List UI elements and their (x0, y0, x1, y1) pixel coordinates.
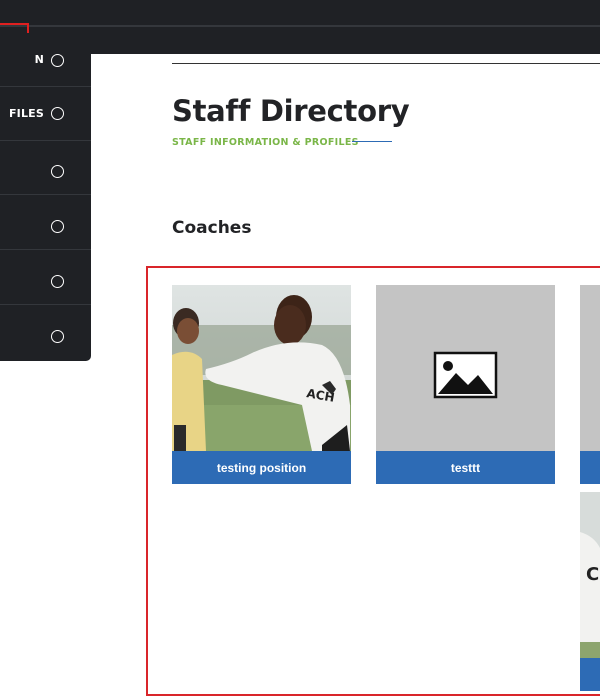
sidebar-menu: N FILES (0, 33, 91, 361)
image-placeholder-icon (433, 351, 498, 399)
page-title: Staff Directory (172, 94, 410, 128)
staff-photo-placeholder (376, 285, 555, 451)
staff-photo: ACH (172, 285, 351, 451)
radio-circle-icon[interactable] (51, 165, 64, 178)
radio-circle-icon[interactable] (51, 107, 64, 120)
sidebar-item-1[interactable]: N (0, 33, 91, 87)
sidebar-item-3[interactable] (0, 141, 91, 195)
sidebar-item-5[interactable] (0, 251, 91, 305)
staff-photo-placeholder (580, 285, 600, 451)
staff-photo-image: C (580, 492, 600, 658)
staff-card-name: testtt (376, 451, 555, 484)
header-divider (172, 63, 600, 64)
staff-photo: C (580, 492, 600, 658)
staff-card[interactable]: ACH testing position (172, 285, 351, 484)
radio-circle-icon[interactable] (51, 54, 64, 67)
subtitle-underline (352, 141, 392, 142)
radio-circle-icon[interactable] (51, 220, 64, 233)
staff-card-name (580, 451, 600, 484)
svg-text:C: C (586, 564, 599, 585)
staff-card[interactable] (580, 285, 600, 484)
staff-card-name (580, 658, 600, 691)
sidebar-item-6[interactable] (0, 305, 91, 359)
radio-circle-icon[interactable] (51, 275, 64, 288)
staff-photo-image: ACH (172, 285, 351, 451)
radio-circle-icon[interactable] (51, 330, 64, 343)
page-subtitle: STAFF INFORMATION & PROFILES (172, 137, 359, 148)
staff-card-name: testing position (172, 451, 351, 484)
sidebar-item-label: N (34, 53, 44, 66)
section-heading-coaches: Coaches (172, 218, 252, 238)
sidebar-item-label: FILES (8, 107, 44, 120)
top-bar-divider (0, 25, 600, 27)
sidebar-item-4[interactable] (0, 196, 91, 250)
staff-card[interactable]: testtt (376, 285, 555, 484)
sidebar-item-2[interactable]: FILES (0, 87, 91, 141)
staff-card[interactable]: C (580, 492, 600, 691)
